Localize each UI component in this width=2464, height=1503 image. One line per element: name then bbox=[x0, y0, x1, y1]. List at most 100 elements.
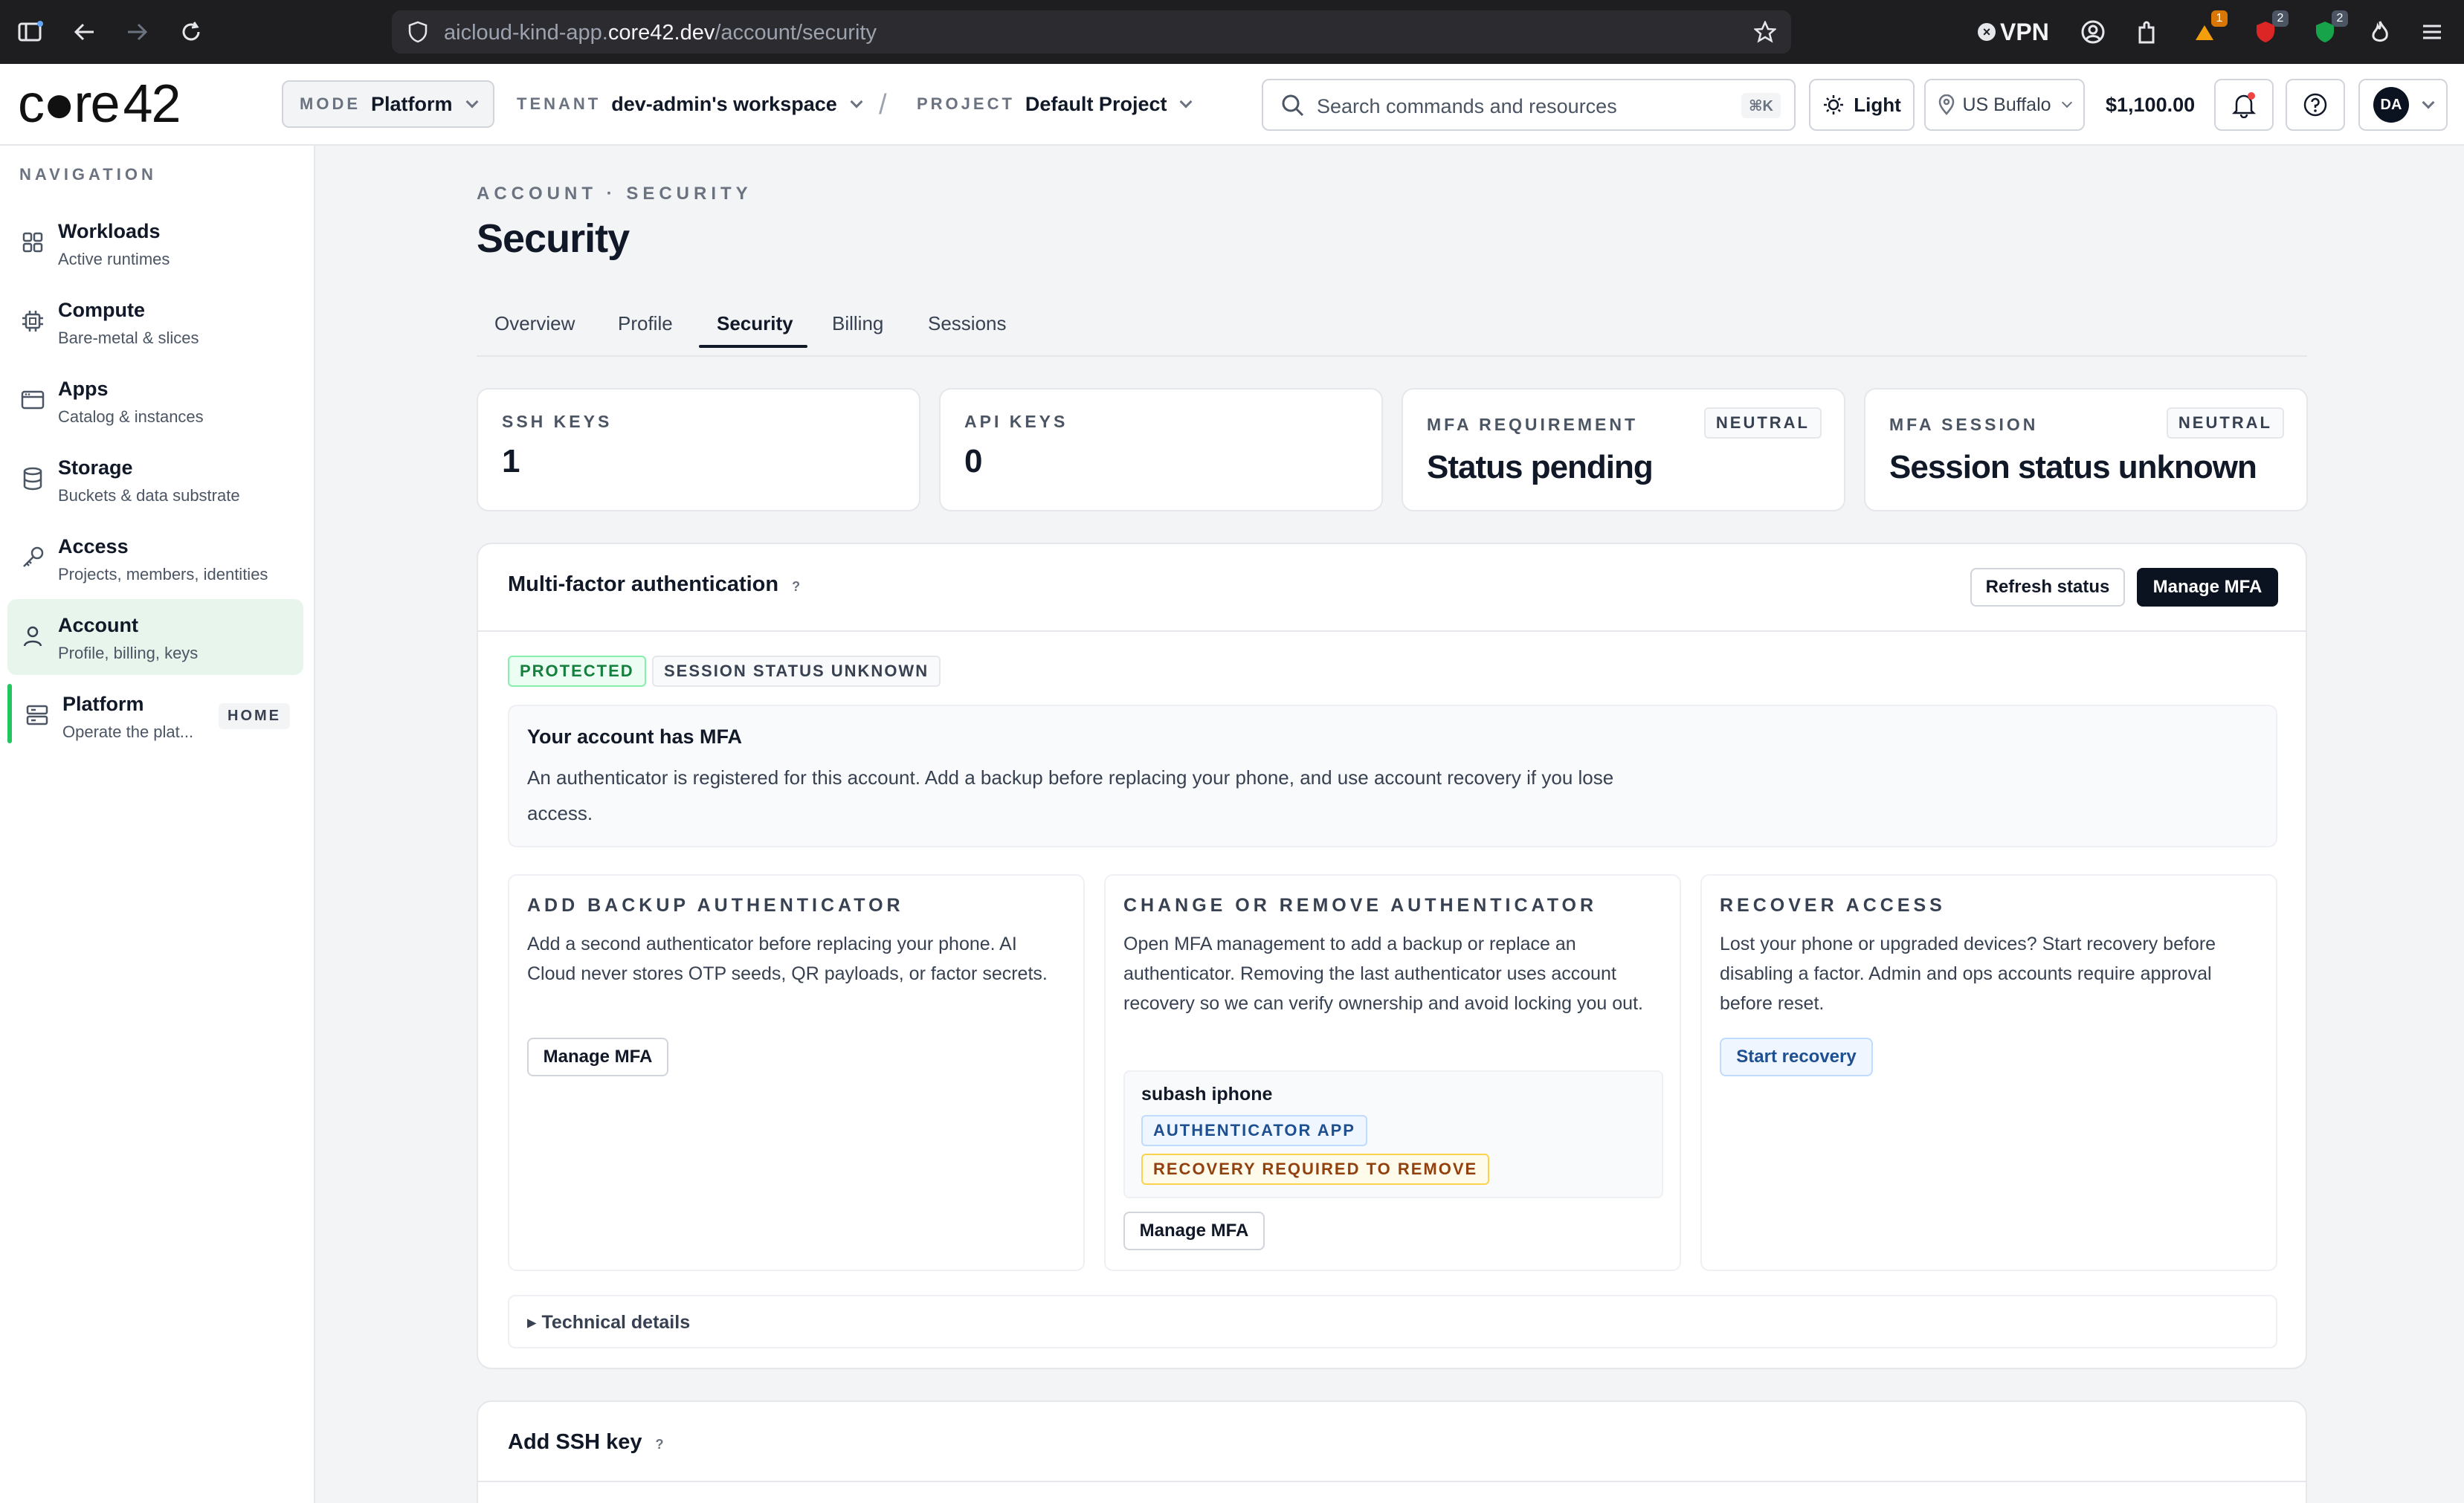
sidebar-item-platform[interactable]: Platform Operate the plat... HOME bbox=[12, 678, 303, 754]
tab-profile[interactable]: Profile bbox=[618, 312, 673, 335]
help-circle-icon bbox=[2303, 93, 2327, 117]
sidebar-item-label: Workloads bbox=[58, 220, 161, 242]
navigation-heading: NAVIGATION bbox=[19, 165, 157, 184]
refresh-status-button[interactable]: Refresh status bbox=[1970, 568, 2125, 607]
stat-card-mfa-session: MFA SESSION NEUTRAL Session status unkno… bbox=[1864, 388, 2308, 511]
tab-sessions[interactable]: Sessions bbox=[928, 312, 1007, 335]
help-button[interactable] bbox=[2286, 79, 2345, 131]
sidebar-item-label: Platform bbox=[62, 693, 144, 715]
mfa-panel: Multi-factor authentication? Refresh sta… bbox=[477, 543, 2307, 1369]
manage-mfa-button[interactable]: Manage MFA bbox=[1123, 1212, 1265, 1250]
user-icon bbox=[18, 621, 48, 651]
server-icon bbox=[22, 700, 52, 730]
mfa-status-title: Your account has MFA bbox=[527, 725, 743, 748]
location-pin-icon bbox=[1939, 94, 1955, 115]
back-arrow-icon[interactable] bbox=[68, 16, 100, 48]
sidebar-item-sublabel: Bare-metal & slices bbox=[58, 329, 199, 347]
help-tooltip-icon[interactable]: ? bbox=[792, 579, 800, 594]
sidebar-item-label: Account bbox=[58, 614, 138, 636]
user-menu-button[interactable]: DA bbox=[2358, 79, 2448, 131]
tab-overview[interactable]: Overview bbox=[494, 312, 575, 335]
mfa-panel-header: Multi-factor authentication? Refresh sta… bbox=[478, 544, 2306, 632]
mfa-status-box: Your account has MFA An authenticator is… bbox=[508, 705, 2277, 847]
sidebar-item-storage[interactable]: Storage Buckets & data substrate bbox=[7, 442, 303, 517]
sidebar-item-sublabel: Active runtimes bbox=[58, 250, 170, 268]
help-tooltip-icon[interactable]: ? bbox=[656, 1437, 664, 1452]
extension-badge: 1 bbox=[2211, 10, 2228, 27]
address-bar[interactable]: aicloud-kind-app.core42.dev/account/secu… bbox=[392, 10, 1791, 54]
tab-security[interactable]: Security bbox=[717, 312, 793, 335]
browser-toolbar: aicloud-kind-app.core42.dev/account/secu… bbox=[0, 0, 2464, 64]
sidebar-item-sublabel: Operate the plat... bbox=[62, 723, 194, 741]
sidebar-item-label: Compute bbox=[58, 299, 145, 321]
card-heading: CHANGE OR REMOVE AUTHENTICATOR bbox=[1123, 895, 1598, 916]
sun-icon bbox=[1824, 95, 1844, 114]
start-recovery-button[interactable]: Start recovery bbox=[1720, 1038, 1873, 1076]
authenticator-factor: subash iphone AUTHENTICATOR APP RECOVERY… bbox=[1123, 1070, 1663, 1198]
breadcrumb: ACCOUNT · SECURITY bbox=[477, 184, 752, 204]
mode-selector[interactable]: MODE Platform bbox=[282, 80, 494, 128]
mfa-status-description: An authenticator is registered for this … bbox=[527, 766, 1614, 824]
mfa-panel-title: Multi-factor authentication? bbox=[508, 572, 801, 596]
chevron-down-icon bbox=[465, 95, 479, 109]
extension-badge: 2 bbox=[2272, 10, 2289, 27]
flame-icon[interactable] bbox=[2364, 16, 2396, 48]
extension-icon-2[interactable]: 2 bbox=[2250, 10, 2289, 48]
sidebar: NAVIGATION Workloads Active runtimes Com… bbox=[0, 146, 315, 1503]
forward-arrow-icon[interactable] bbox=[122, 16, 153, 48]
recover-access-card: RECOVER ACCESS Lost your phone or upgrad… bbox=[1700, 874, 2277, 1271]
project-selector[interactable]: PROJECT Default Project bbox=[917, 80, 1193, 128]
technical-details-toggle[interactable]: ▸ Technical details bbox=[508, 1295, 2277, 1348]
sidebar-item-compute[interactable]: Compute Bare-metal & slices bbox=[7, 284, 303, 360]
manage-mfa-button[interactable]: Manage MFA bbox=[527, 1038, 668, 1076]
menu-icon[interactable] bbox=[2416, 16, 2448, 48]
theme-toggle-button[interactable]: Light bbox=[1809, 79, 1915, 131]
recovery-required-badge: RECOVERY REQUIRED TO REMOVE bbox=[1141, 1154, 1490, 1185]
core42-logo[interactable]: c●re42 bbox=[18, 77, 181, 131]
add-ssh-key-panel: Add SSH key? bbox=[477, 1400, 2307, 1503]
sidebar-item-account[interactable]: Account Profile, billing, keys bbox=[7, 599, 303, 675]
card-heading: ADD BACKUP AUTHENTICATOR bbox=[527, 895, 904, 916]
bell-icon bbox=[2231, 92, 2257, 118]
sidebar-item-label: Storage bbox=[58, 456, 133, 479]
chevron-down-icon bbox=[850, 95, 863, 109]
credit-balance[interactable]: $1,100.00 bbox=[2106, 94, 2195, 117]
sidebar-item-label: Access bbox=[58, 535, 129, 557]
notifications-button[interactable] bbox=[2214, 79, 2274, 131]
status-badge: NEUTRAL bbox=[2166, 407, 2284, 439]
stat-value: Session status unknown bbox=[1889, 449, 2257, 485]
theme-label: Light bbox=[1854, 93, 1901, 116]
page-title: Security bbox=[477, 216, 630, 261]
vpn-button[interactable]: × VPN bbox=[1978, 16, 2060, 48]
manage-mfa-button[interactable]: Manage MFA bbox=[2137, 568, 2278, 607]
extension-icon-3[interactable]: 2 bbox=[2309, 10, 2348, 48]
factor-type-badge: AUTHENTICATOR APP bbox=[1141, 1115, 1367, 1146]
stat-value: Status pending bbox=[1427, 449, 1654, 485]
tenant-selector[interactable]: TENANT dev-admin's workspace bbox=[517, 80, 863, 128]
stat-card-ssh-keys: SSH KEYS 1 bbox=[477, 388, 920, 511]
sidebar-item-apps[interactable]: Apps Catalog & instances bbox=[7, 363, 303, 439]
mode-kicker: MODE bbox=[300, 94, 361, 113]
sidebar-item-sublabel: Projects, members, identities bbox=[58, 565, 268, 584]
extension-icon-1[interactable]: 1 bbox=[2189, 10, 2228, 48]
extension-badge: 2 bbox=[2332, 10, 2348, 27]
region-selector[interactable]: US Buffalo bbox=[1924, 79, 2085, 131]
extensions-puzzle-icon[interactable] bbox=[2131, 16, 2162, 48]
tenant-value: dev-admin's workspace bbox=[611, 92, 837, 115]
account-circle-icon[interactable] bbox=[2077, 16, 2109, 48]
url-text: aicloud-kind-app.core42.dev/account/secu… bbox=[444, 21, 877, 45]
region-label: US Buffalo bbox=[1962, 94, 2051, 115]
protected-badge: PROTECTED bbox=[508, 656, 646, 687]
database-icon bbox=[18, 464, 48, 494]
sidebar-item-access[interactable]: Access Projects, members, identities bbox=[7, 520, 303, 596]
tab-billing[interactable]: Billing bbox=[832, 312, 883, 335]
sidebar-toggle-icon[interactable] bbox=[15, 16, 46, 48]
shield-icon bbox=[402, 16, 433, 48]
command-search-input[interactable]: Search commands and resources ⌘K bbox=[1262, 79, 1796, 131]
account-tabs: Overview Profile Security Billing Sessio… bbox=[477, 300, 2307, 357]
reload-icon[interactable] bbox=[175, 16, 207, 48]
sidebar-item-workloads[interactable]: Workloads Active runtimes bbox=[7, 205, 303, 281]
factor-name: subash iphone bbox=[1141, 1084, 1273, 1105]
add-backup-card: ADD BACKUP AUTHENTICATOR Add a second au… bbox=[508, 874, 1085, 1271]
bookmark-star-icon[interactable] bbox=[1749, 16, 1781, 48]
